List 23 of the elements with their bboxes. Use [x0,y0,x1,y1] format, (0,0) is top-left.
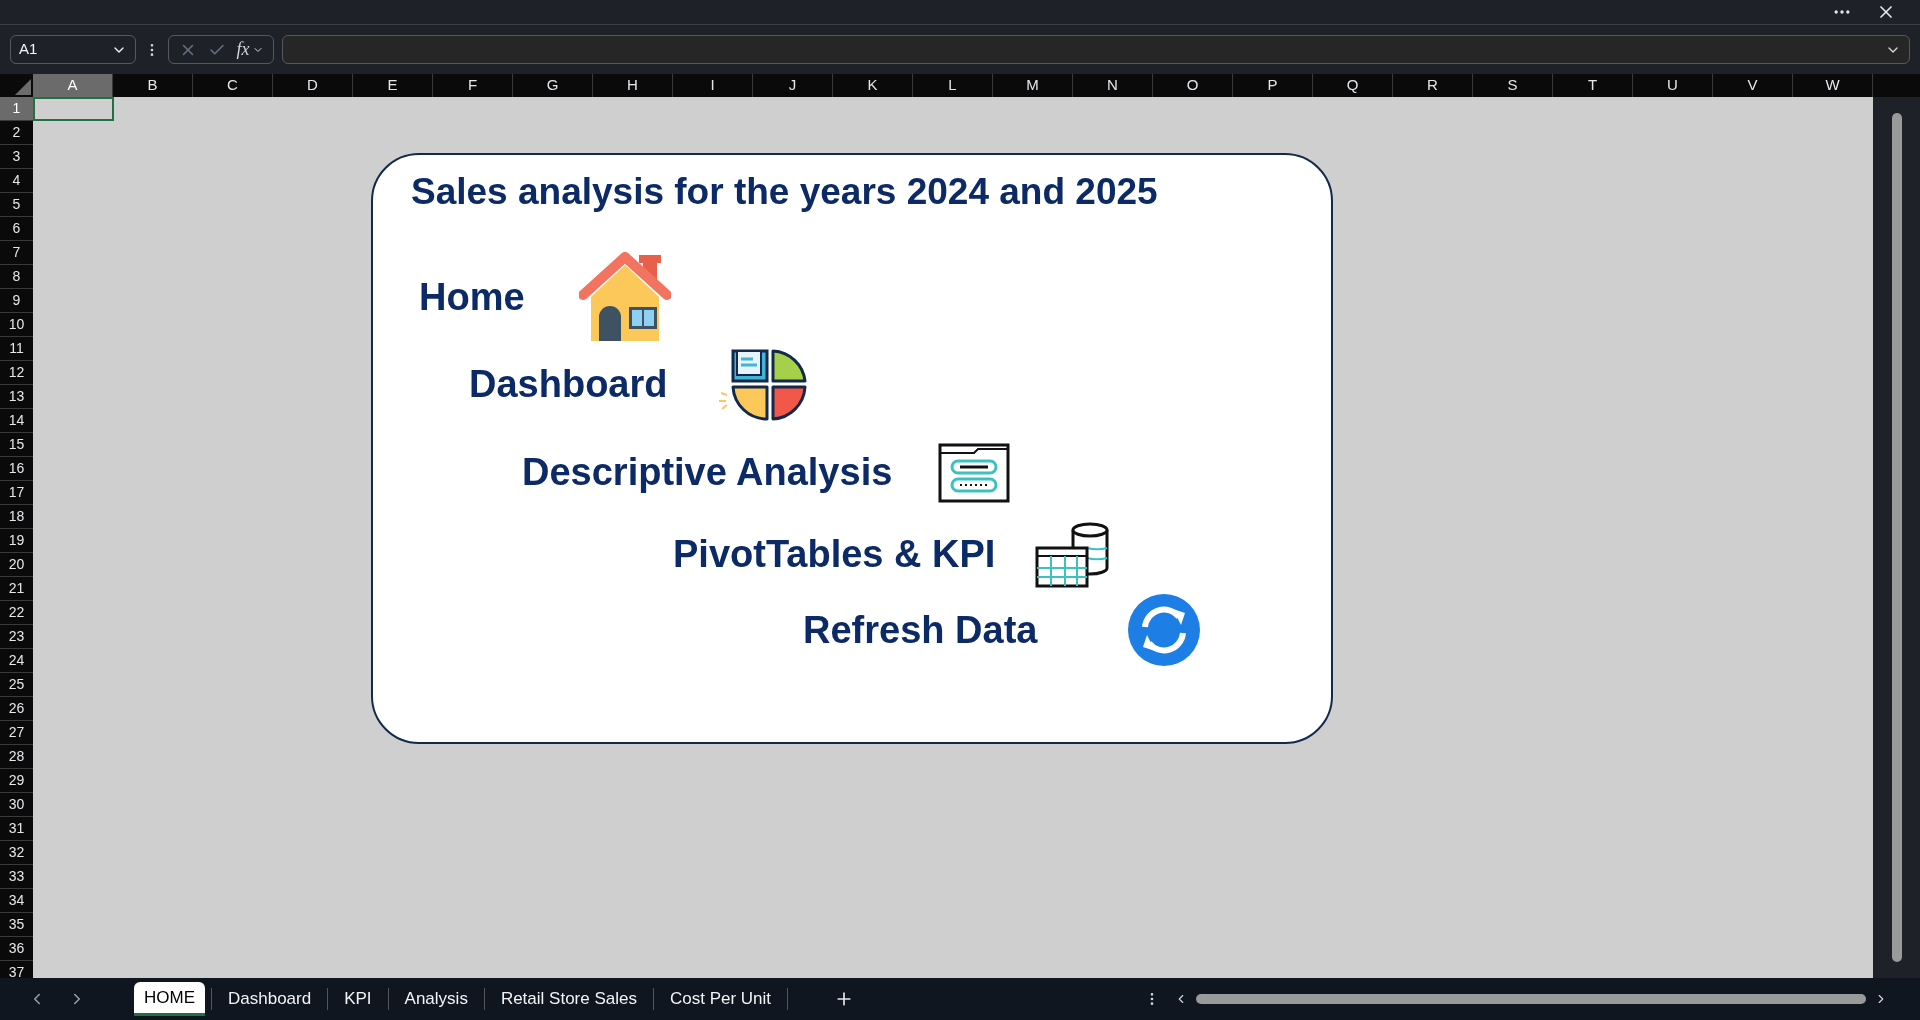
table-database-icon [1035,521,1110,588]
formula-input[interactable] [282,35,1910,64]
sheet-tab[interactable]: HOME [134,982,205,1016]
column-header[interactable]: A [33,74,113,97]
nav-link[interactable]: PivotTables & KPI [673,526,996,583]
nav-link[interactable]: Dashboard [469,355,668,413]
refresh-icon[interactable] [1127,593,1202,667]
sheet-tab[interactable]: Cost Per Unit [659,982,782,1016]
card-title: Sales analysis for the years 2024 and 2025 [411,170,1158,215]
nav-link[interactable]: Home [419,268,525,326]
selected-cell[interactable] [33,97,114,121]
sheet-tab[interactable]: Analysis [394,982,478,1016]
form-window-icon [938,442,1011,503]
row-header[interactable]: 1 [0,97,33,121]
name-box[interactable]: A1 [10,35,136,64]
sheet-tab[interactable]: KPI [334,982,382,1016]
horizontal-scrollbar[interactable] [1196,994,1867,1004]
vertical-scrollbar[interactable] [1891,113,1902,962]
sheet-tab[interactable]: Retail Store Sales [490,982,647,1016]
nav-link[interactable]: Refresh Data [803,601,1038,659]
sheet-tab[interactable]: Dashboard [218,982,322,1016]
house-icon [578,251,671,343]
nav-link[interactable]: Descriptive Analysis [522,444,893,501]
